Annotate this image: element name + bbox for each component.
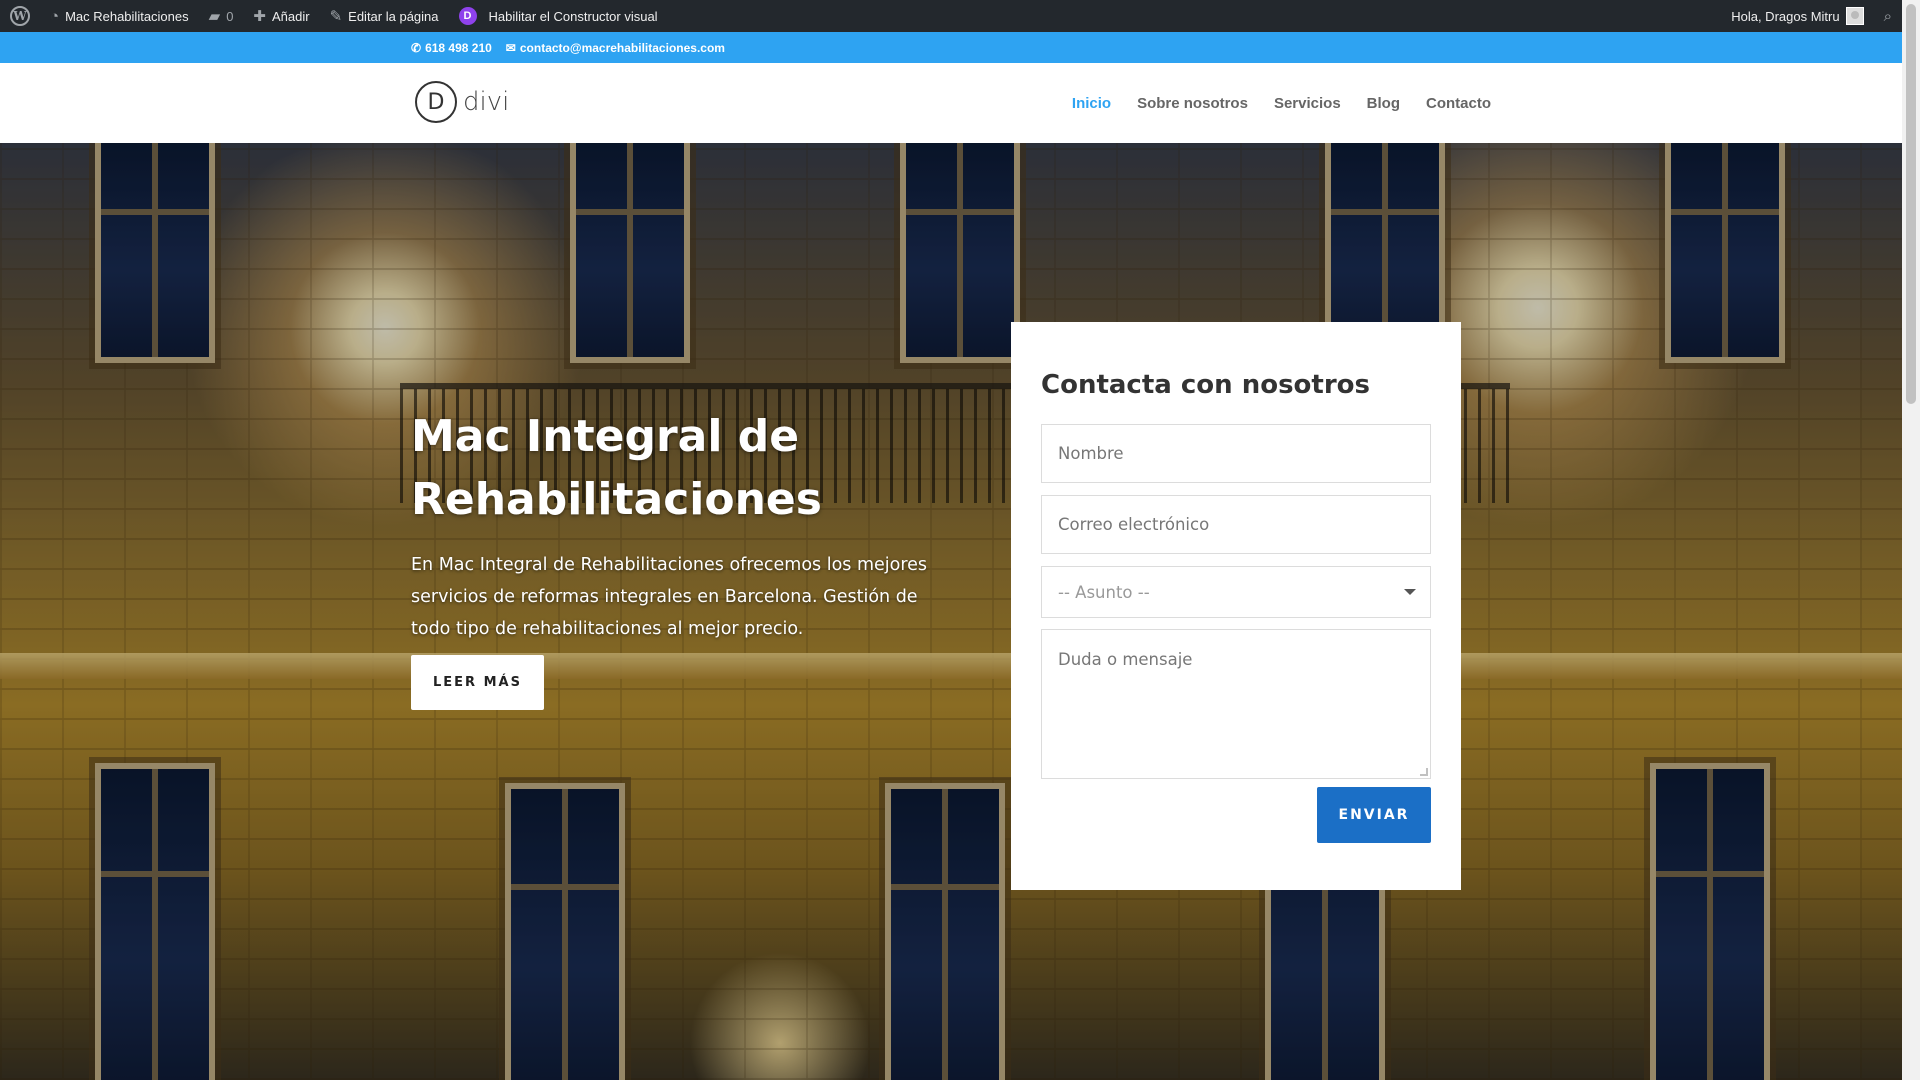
hero-title: Mac Integral de Rehabilitaciones	[411, 405, 951, 531]
nav-item-sobre-nosotros[interactable]: Sobre nosotros	[1137, 95, 1248, 112]
user-greeting: Hola, Dragos Mitru	[1731, 8, 1840, 24]
chevron-down-icon	[1404, 589, 1416, 595]
email-field[interactable]: Correo electrónico	[1041, 495, 1431, 554]
email-link[interactable]: ✉ contacto@macrehabilitaciones.com	[506, 41, 725, 55]
phone-icon: ✆	[411, 40, 422, 55]
admin-search-button[interactable]: ⌕	[1874, 0, 1902, 32]
hero-text-block: Mac Integral de Rehabilitaciones En Mac …	[411, 405, 951, 645]
subject-select[interactable]: -- Asunto --	[1041, 566, 1431, 618]
wordpress-logo-icon: W	[10, 6, 30, 26]
site-name-link[interactable]: ◔ Mac Rehabilitaciones	[40, 0, 199, 32]
nav-item-blog[interactable]: Blog	[1367, 95, 1400, 112]
builder-label: Habilitar el Constructor visual	[488, 8, 658, 24]
message-placeholder: Duda o mensaje	[1058, 650, 1193, 669]
edit-label: Editar la página	[348, 8, 439, 24]
message-textarea[interactable]: Duda o mensaje	[1041, 629, 1431, 779]
plus-icon: ✚	[253, 7, 266, 25]
hero-description: En Mac Integral de Rehabilitaciones ofre…	[411, 555, 928, 639]
page-scrollbar[interactable]	[1902, 0, 1920, 1080]
dashboard-icon: ◔	[50, 7, 60, 25]
wp-admin-bar: W ◔ Mac Rehabilitaciones ▰ 0 ✚ Añadir ✎ …	[0, 0, 1902, 32]
top-info-bar: ✆ 618 498 210 ✉ contacto@macrehabilitaci…	[0, 32, 1902, 63]
hero-title-line-1: Mac Integral de	[411, 411, 800, 462]
nav-item-servicios[interactable]: Servicios	[1274, 95, 1341, 112]
nav-item-contacto[interactable]: Contacto	[1426, 95, 1491, 112]
site-logo[interactable]: D divi	[415, 81, 509, 123]
pencil-icon: ✎	[329, 7, 343, 25]
edit-page-link[interactable]: ✎ Editar la página	[320, 0, 449, 32]
visual-builder-link[interactable]: D Habilitar el Constructor visual	[449, 0, 668, 32]
resize-handle-icon[interactable]	[1420, 768, 1428, 776]
contact-form-title: Contacta con nosotros	[1041, 370, 1370, 400]
my-account-link[interactable]: Hola, Dragos Mitru	[1721, 0, 1873, 32]
site-header: D divi Inicio Sobre nosotros Servicios B…	[0, 63, 1902, 143]
comments-count: 0	[226, 8, 234, 24]
site-name: Mac Rehabilitaciones	[65, 8, 189, 24]
contact-form: Contacta con nosotros Nombre Correo elec…	[1011, 322, 1461, 890]
hero-title-line-2: Rehabilitaciones	[411, 474, 822, 525]
search-icon: ⌕	[1883, 7, 1892, 25]
phone-info: ✆ 618 498 210	[411, 41, 492, 55]
scrollbar-thumb[interactable]	[1906, 4, 1916, 404]
admin-bar-secondary: Hola, Dragos Mitru ⌕	[1721, 0, 1902, 32]
nav-item-inicio[interactable]: Inicio	[1072, 95, 1111, 112]
email-address: contacto@macrehabilitaciones.com	[519, 40, 725, 55]
hero-section: Mac Integral de Rehabilitaciones En Mac …	[0, 143, 1902, 1080]
logo-mark: D	[415, 81, 457, 123]
subject-selected-value: -- Asunto --	[1058, 582, 1150, 602]
logo-text: divi	[463, 87, 510, 117]
comment-bubble-icon: ▰	[208, 7, 221, 25]
comments-link[interactable]: ▰ 0	[199, 0, 244, 32]
avatar	[1845, 7, 1864, 25]
add-new-link[interactable]: ✚ Añadir	[243, 0, 319, 32]
add-label: Añadir	[272, 8, 310, 24]
envelope-icon: ✉	[505, 40, 516, 55]
wordpress-menu[interactable]: W	[0, 0, 40, 32]
hero-overlay	[0, 143, 1902, 1080]
name-field[interactable]: Nombre	[1041, 424, 1431, 483]
phone-number: 618 498 210	[425, 40, 492, 55]
submit-button[interactable]: ENVIAR	[1317, 787, 1431, 843]
main-navigation: Inicio Sobre nosotros Servicios Blog Con…	[1072, 63, 1491, 143]
read-more-button[interactable]: LEER MÁS	[411, 655, 544, 710]
divi-d-icon: D	[458, 7, 477, 25]
